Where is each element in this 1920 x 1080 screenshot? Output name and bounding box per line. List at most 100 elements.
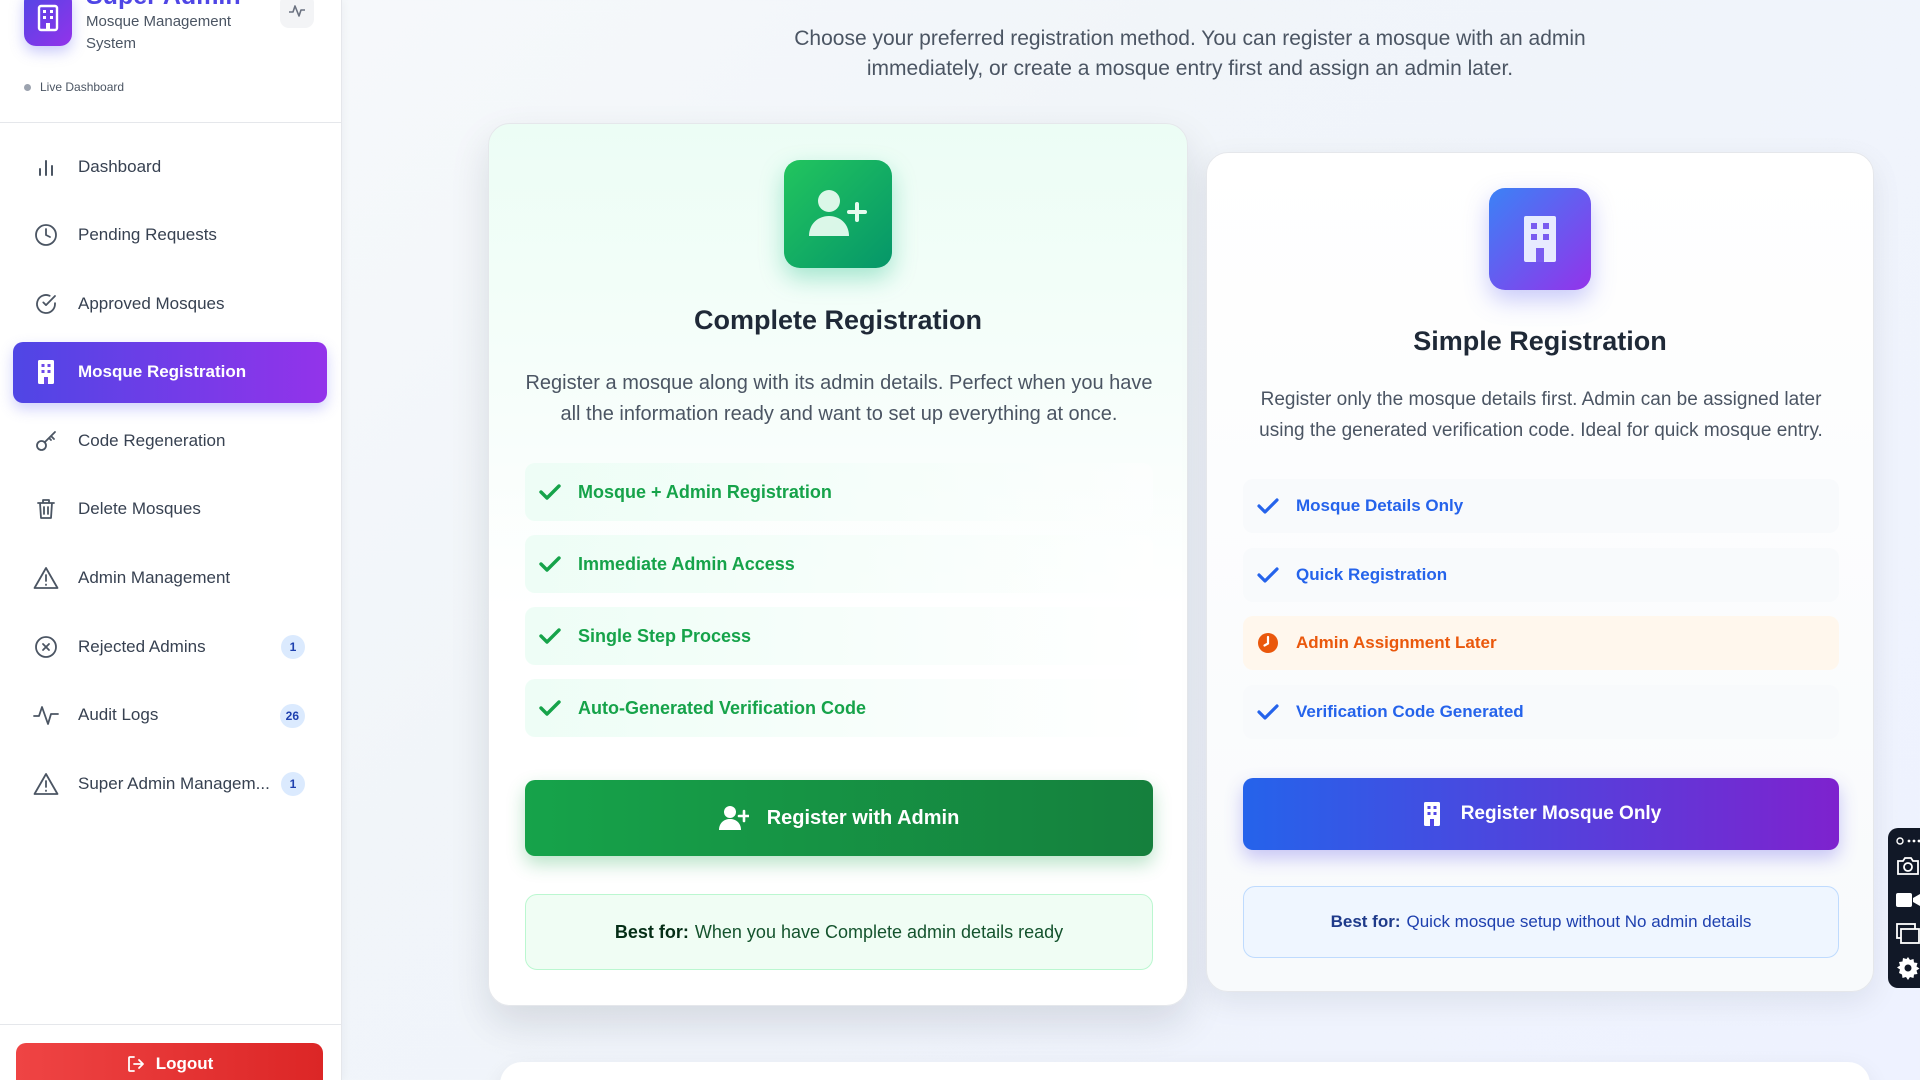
logout-icon <box>127 1056 144 1072</box>
feature-label: Admin Assignment Later <box>1296 633 1497 653</box>
live-label: Live Dashboard <box>40 80 125 94</box>
sidebar-item-rejected-admins[interactable]: Rejected Admins 1 <box>13 616 327 677</box>
divider <box>0 122 342 123</box>
sidebar-item-label: Code Regeneration <box>78 430 226 450</box>
simple-registration-card[interactable]: Simple Registration Register only the mo… <box>1206 152 1874 992</box>
sidebar-item-dashboard[interactable]: Dashboard <box>13 136 327 197</box>
check-icon <box>537 551 563 577</box>
status-dot <box>24 83 31 91</box>
camera-icon[interactable] <box>1894 852 1920 880</box>
activity-icon <box>33 702 59 728</box>
list-item: Single Step Process <box>525 607 1153 665</box>
divider <box>0 1024 342 1025</box>
warning-icon <box>33 771 59 797</box>
sidebar-item-approved-mosques[interactable]: Approved Mosques <box>13 273 327 334</box>
check-icon <box>537 623 563 649</box>
clock-icon <box>33 222 59 248</box>
feature-label: Immediate Admin Access <box>578 553 795 574</box>
best-for-label: Best for: <box>614 921 689 942</box>
best-for-text: When you have Complete admin details rea… <box>694 921 1064 942</box>
best-for-note: Best for: When you have Complete admin d… <box>525 894 1153 970</box>
brand-title: Super Admin <box>86 0 241 11</box>
sidebar-item-label: Rejected Admins <box>78 636 206 656</box>
count-badge: 1 <box>281 635 305 660</box>
sidebar-item-code-regeneration[interactable]: Code Regeneration <box>13 410 327 471</box>
intro-text: Choose your preferred registration metho… <box>794 27 1586 80</box>
activity-icon <box>289 5 305 17</box>
feature-label: Mosque Details Only <box>1296 496 1464 515</box>
sidebar-item-pending-requests[interactable]: Pending Requests <box>13 205 327 266</box>
sidebar-item-super-admin-management[interactable]: Super Admin Managem... 1 <box>13 753 327 814</box>
sidebar-nav: Dashboard Pending Requests Approved Mosq… <box>13 136 327 822</box>
warning-icon <box>33 565 59 591</box>
list-item: Mosque + Admin Registration <box>525 463 1153 521</box>
bar-chart-icon <box>33 154 59 180</box>
button-label: Register Mosque Only <box>1460 803 1662 824</box>
capture-toolbar <box>1888 828 1920 988</box>
sidebar-item-label: Dashboard <box>78 156 162 176</box>
count-badge: 1 <box>281 772 305 797</box>
activity-toggle-button[interactable] <box>280 0 314 28</box>
feature-list: Mosque Details Only Quick Registration A… <box>1243 479 1839 754</box>
clock-icon <box>1255 630 1281 656</box>
sidebar: Super Admin Mosque Management System Liv… <box>0 0 342 1080</box>
feature-label: Auto-Generated Verification Code <box>578 697 867 718</box>
sidebar-item-label: Pending Requests <box>78 225 217 245</box>
best-for-text: Quick mosque setup without No admin deta… <box>1406 912 1752 931</box>
logout-label: Logout <box>155 1054 214 1073</box>
building-icon <box>1489 188 1591 290</box>
trash-icon <box>33 496 59 522</box>
card-description: Register a mosque along with its admin d… <box>525 372 1153 425</box>
button-label: Register with Admin <box>766 806 960 829</box>
check-icon <box>1255 493 1281 519</box>
sidebar-item-label: Admin Management <box>78 568 231 588</box>
logout-button[interactable]: Logout <box>16 1043 323 1080</box>
building-icon <box>1423 802 1440 826</box>
check-circle-icon <box>33 291 59 317</box>
next-section-card <box>500 1062 1870 1080</box>
feature-label: Verification Code Generated <box>1296 702 1524 722</box>
list-item: Mosque Details Only <box>1243 479 1839 533</box>
feature-label: Quick Registration <box>1296 564 1448 584</box>
brand: Super Admin Mosque Management System <box>24 0 320 70</box>
sidebar-item-mosque-registration[interactable]: Mosque Registration <box>13 341 327 403</box>
list-item: Admin Assignment Later <box>1243 616 1839 671</box>
card-title: Complete Registration <box>693 305 983 335</box>
sidebar-item-label: Super Admin Managem... <box>78 773 270 793</box>
check-icon <box>537 479 563 505</box>
list-item: Immediate Admin Access <box>525 535 1153 593</box>
card-title: Simple Registration <box>1413 326 1667 356</box>
feature-label: Mosque + Admin Registration <box>578 481 832 502</box>
sidebar-item-label: Approved Mosques <box>78 293 225 313</box>
check-icon <box>1255 699 1281 725</box>
key-icon <box>33 428 59 454</box>
gear-icon[interactable] <box>1894 954 1920 982</box>
register-with-admin-button[interactable]: Register with Admin <box>525 780 1153 856</box>
windows-icon[interactable] <box>1894 920 1920 948</box>
brand-subtitle: Mosque Management System <box>86 13 232 52</box>
best-for-label: Best for: <box>1330 912 1401 931</box>
user-plus-icon <box>784 160 892 268</box>
best-for-note: Best for: Quick mosque setup without No … <box>1243 886 1839 958</box>
x-circle-icon <box>33 634 59 660</box>
sidebar-item-label: Mosque Registration <box>78 362 247 382</box>
check-icon <box>537 695 563 721</box>
sidebar-item-audit-logs[interactable]: Audit Logs 26 <box>13 685 327 746</box>
sidebar-item-delete-mosques[interactable]: Delete Mosques <box>13 479 327 540</box>
sidebar-item-label: Delete Mosques <box>78 499 201 519</box>
list-item: Quick Registration <box>1243 547 1839 602</box>
complete-registration-card[interactable]: Complete Registration Register a mosque … <box>488 123 1188 1006</box>
sidebar-item-label: Audit Logs <box>78 705 159 725</box>
building-logo-icon <box>24 0 72 46</box>
register-mosque-only-button[interactable]: Register Mosque Only <box>1243 778 1839 850</box>
more-options-icon[interactable] <box>1894 834 1920 848</box>
card-description: Register only the mosque details first. … <box>1259 389 1823 441</box>
video-icon[interactable] <box>1894 886 1920 914</box>
list-item: Auto-Generated Verification Code <box>525 679 1153 737</box>
list-item: Verification Code Generated <box>1243 685 1839 740</box>
user-plus-icon <box>718 806 749 830</box>
feature-list: Mosque + Admin Registration Immediate Ad… <box>525 463 1153 751</box>
count-badge: 26 <box>279 703 305 728</box>
sidebar-item-admin-management[interactable]: Admin Management <box>13 548 327 609</box>
check-icon <box>1255 562 1281 588</box>
